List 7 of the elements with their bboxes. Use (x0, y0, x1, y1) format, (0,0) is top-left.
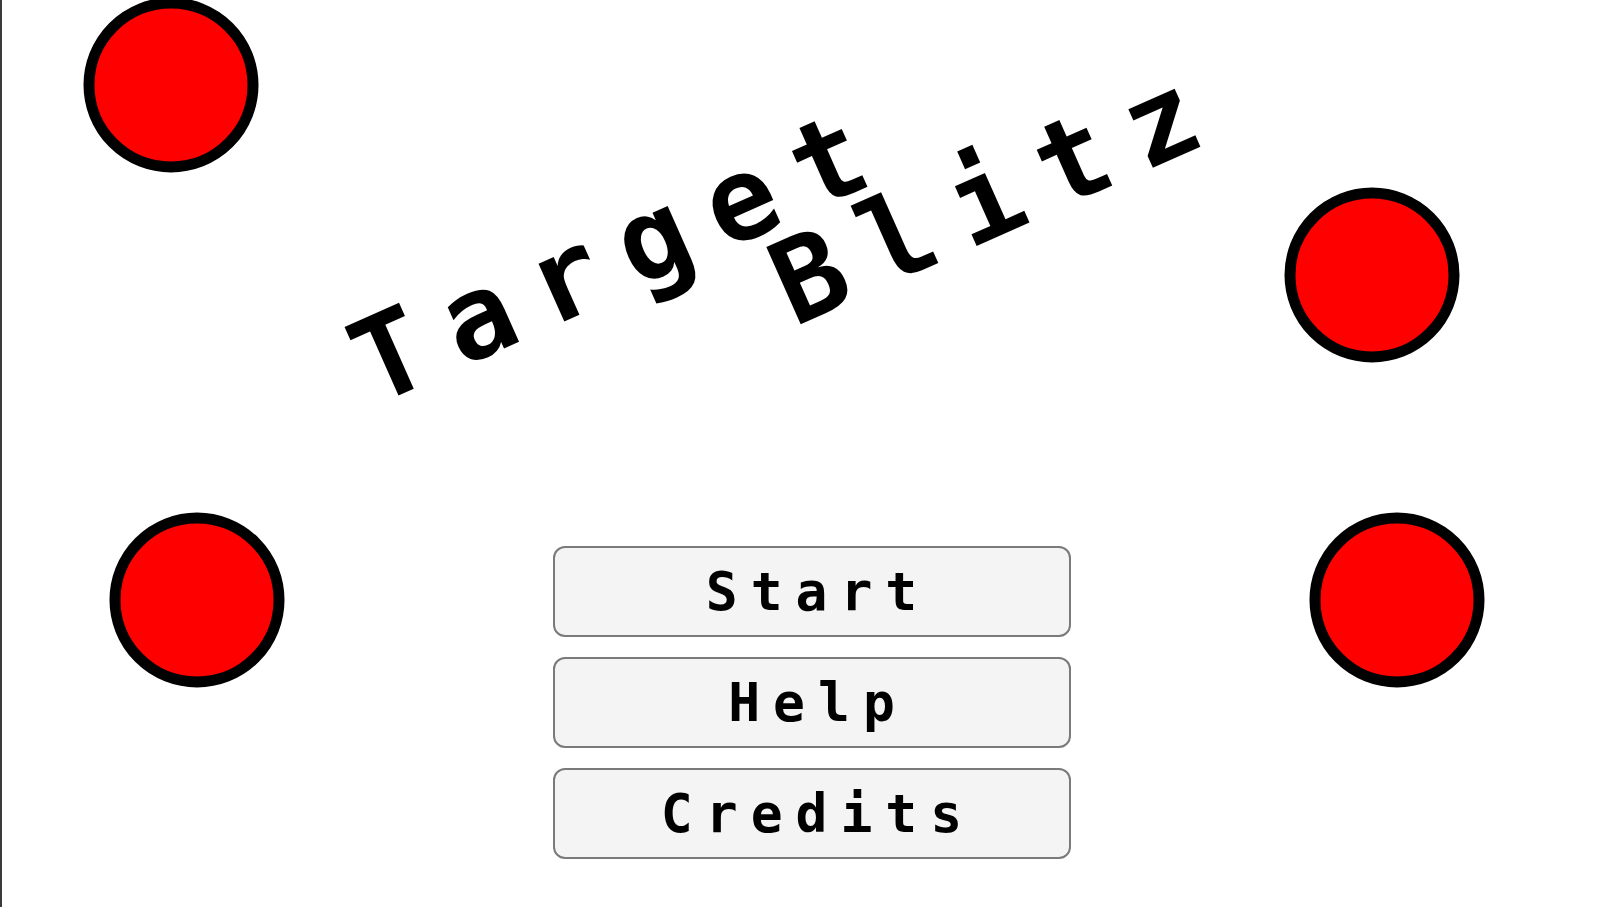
target-icon (109, 512, 285, 688)
menu-button[interactable]: Help (552, 657, 1071, 748)
menu-button[interactable]: Credits (552, 768, 1071, 859)
target-icon (1284, 187, 1460, 363)
target-icon (83, 0, 259, 173)
menu-button[interactable]: Start (552, 546, 1071, 637)
target-icon (1309, 512, 1485, 688)
